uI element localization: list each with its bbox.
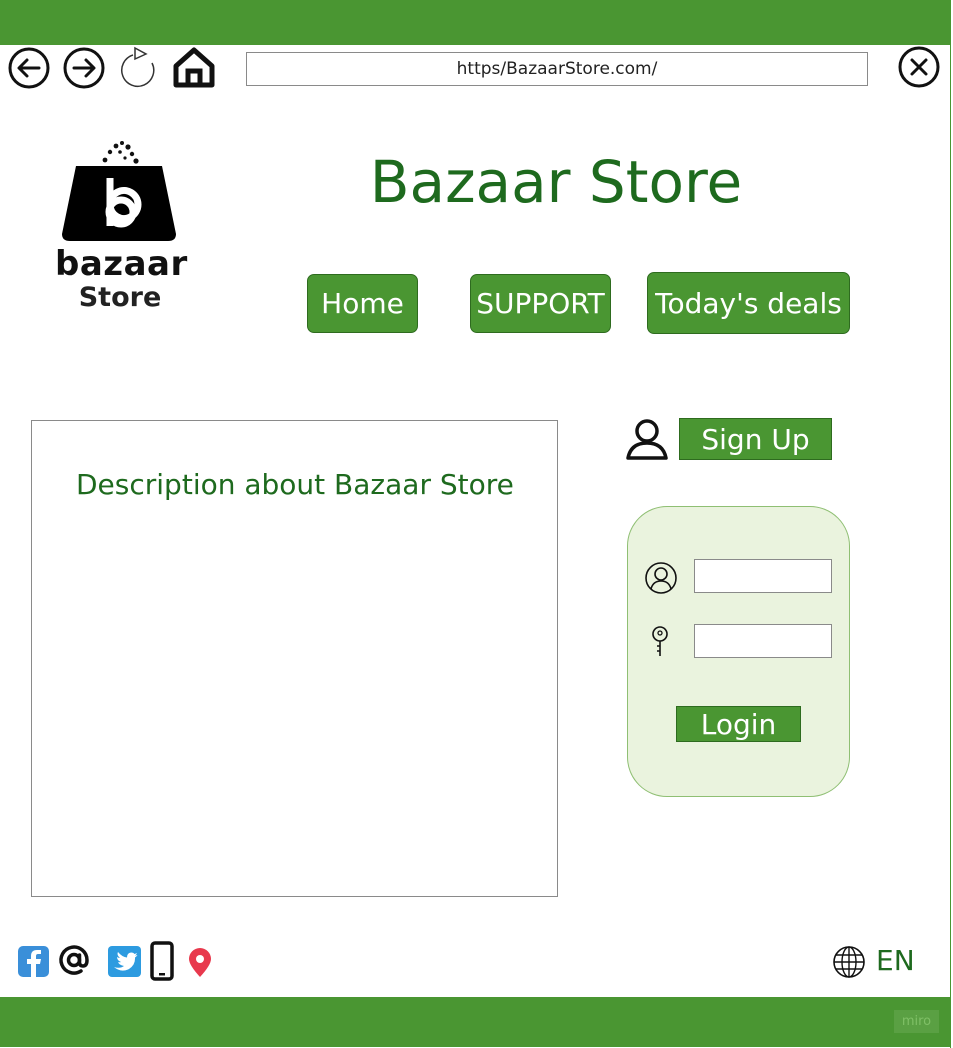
miro-watermark: miro xyxy=(894,1010,939,1033)
twitter-icon[interactable] xyxy=(108,946,141,981)
description-text: Description about Bazaar Store xyxy=(76,468,514,501)
key-icon xyxy=(648,624,672,664)
facebook-icon[interactable] xyxy=(18,946,49,981)
reload-icon[interactable] xyxy=(119,45,161,89)
user-icon xyxy=(625,418,669,464)
forward-arrow-icon[interactable] xyxy=(63,47,105,89)
nav-support-button[interactable]: SUPPORT xyxy=(470,274,611,333)
globe-icon[interactable] xyxy=(832,945,866,983)
signup-button[interactable]: Sign Up xyxy=(679,418,832,460)
nav-todays-deals-button[interactable]: Today's deals xyxy=(647,272,850,334)
user-circle-icon xyxy=(644,561,678,599)
email-at-icon[interactable] xyxy=(57,943,91,981)
language-selector[interactable]: EN xyxy=(876,944,915,977)
login-button[interactable]: Login xyxy=(676,706,801,742)
url-bar[interactable]: https/BazaarStore.com/ xyxy=(246,52,868,86)
location-pin-icon[interactable] xyxy=(187,948,213,982)
password-field[interactable] xyxy=(694,624,832,658)
page-title: Bazaar Store xyxy=(369,148,743,216)
close-icon[interactable] xyxy=(898,46,940,88)
home-icon[interactable] xyxy=(172,46,216,88)
logo-text-bazaar: bazaar xyxy=(55,244,188,284)
back-arrow-icon[interactable] xyxy=(8,47,50,89)
logo-text-store: Store xyxy=(78,282,162,313)
shopping-bag-icon xyxy=(58,138,183,250)
nav-home-button[interactable]: Home xyxy=(307,274,418,333)
bottom-bar xyxy=(0,997,951,1047)
username-field[interactable] xyxy=(694,559,832,593)
top-bar xyxy=(0,0,951,45)
phone-icon[interactable] xyxy=(150,941,174,985)
right-border xyxy=(950,0,951,1048)
